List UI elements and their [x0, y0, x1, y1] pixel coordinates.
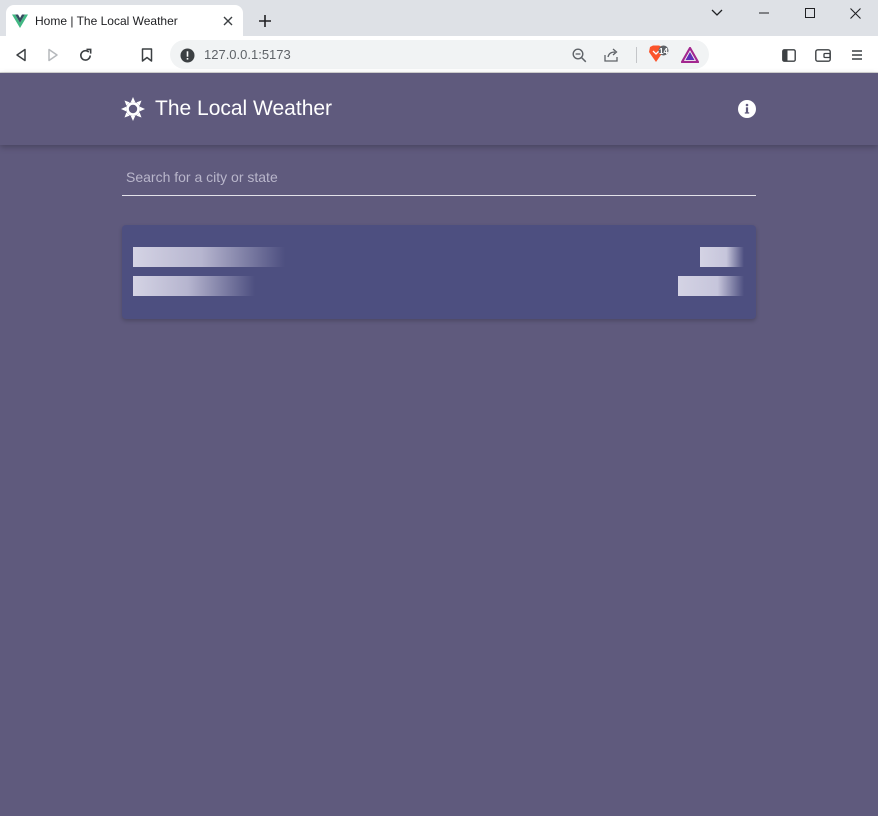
tab-search-button[interactable]	[694, 0, 740, 26]
search-input[interactable]	[122, 159, 756, 195]
omnibox-divider	[636, 47, 637, 63]
site-info-icon[interactable]	[178, 46, 196, 64]
brave-rewards-icon[interactable]	[681, 46, 699, 64]
reload-button[interactable]	[72, 42, 98, 68]
new-tab-button[interactable]	[253, 9, 277, 33]
address-bar[interactable]: 127.0.0.1:5173 14	[170, 40, 709, 69]
app-header: The Local Weather	[0, 73, 878, 145]
url-text[interactable]: 127.0.0.1:5173	[204, 47, 291, 62]
back-arrow-icon	[16, 48, 26, 62]
menu-icon	[852, 50, 862, 60]
skeleton-temperature	[700, 247, 744, 267]
maximize-button[interactable]	[787, 0, 833, 26]
share-icon[interactable]	[603, 46, 621, 64]
bookmark-button[interactable]	[134, 42, 160, 68]
browser-toolbar: 127.0.0.1:5173 14	[0, 36, 878, 73]
search-field	[122, 159, 756, 196]
chevron-down-icon	[711, 9, 723, 16]
wallet-icon	[815, 48, 831, 62]
close-icon	[849, 7, 861, 19]
wallet-button[interactable]	[810, 42, 836, 68]
zoom-out-icon[interactable]	[570, 46, 588, 64]
bookmark-icon	[141, 48, 153, 62]
browser-tab-strip: Home | The Local Weather	[0, 0, 878, 36]
vue-logo-icon	[12, 14, 28, 28]
close-tab-icon[interactable]	[217, 10, 239, 32]
plus-icon	[259, 15, 271, 27]
reload-icon	[79, 48, 91, 61]
maximize-icon	[805, 8, 815, 18]
browser-tab[interactable]: Home | The Local Weather	[6, 5, 243, 36]
tab-title: Home | The Local Weather	[35, 13, 178, 28]
info-icon[interactable]	[737, 99, 757, 119]
forward-arrow-icon	[48, 48, 58, 62]
skeleton-high-low	[678, 276, 744, 296]
city-card-skeleton[interactable]	[122, 225, 756, 319]
close-window-button[interactable]	[832, 0, 878, 26]
back-button[interactable]	[8, 42, 34, 68]
sidebar-button[interactable]	[776, 42, 802, 68]
skeleton-state-name	[133, 276, 255, 296]
app-title[interactable]: The Local Weather	[155, 97, 332, 121]
shields-badge: 14	[659, 47, 668, 56]
minimize-icon	[759, 12, 769, 14]
minimize-button[interactable]	[741, 0, 787, 26]
sun-icon[interactable]	[121, 97, 145, 121]
skeleton-city-name	[133, 247, 285, 267]
menu-button[interactable]	[844, 42, 870, 68]
sidebar-icon	[782, 48, 796, 62]
forward-button[interactable]	[40, 42, 66, 68]
